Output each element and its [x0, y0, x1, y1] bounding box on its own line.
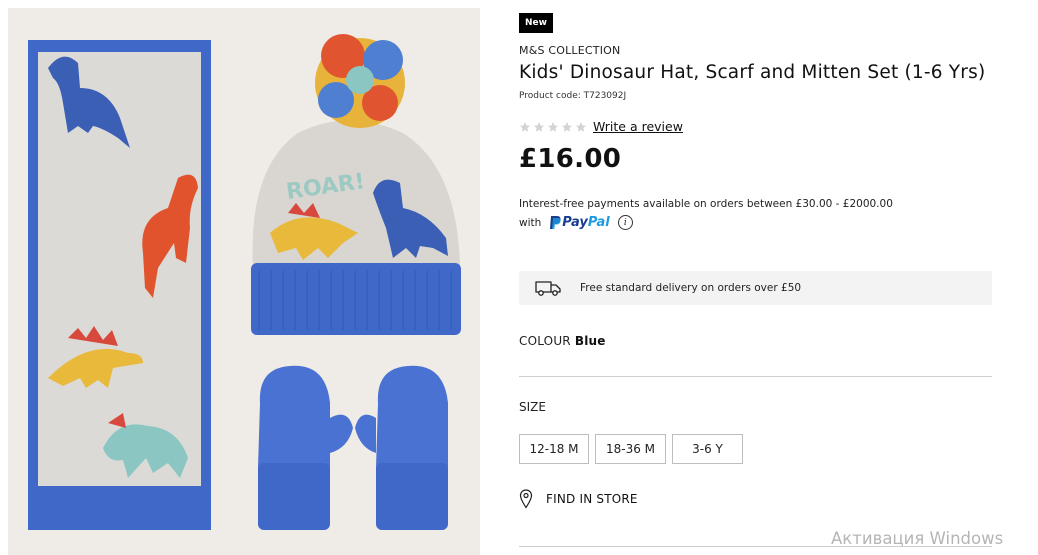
paypal-word-pay: Pay [562, 215, 588, 230]
find-in-store-label: FIND IN STORE [546, 492, 638, 506]
product-title: Kids' Dinosaur Hat, Scarf and Mitten Set… [519, 62, 986, 83]
paypal-icon [550, 216, 561, 229]
new-badge: New [519, 13, 553, 33]
paypal-row: with PayPal i [519, 215, 633, 230]
colour-label: COLOUR [519, 334, 571, 348]
divider [519, 376, 992, 377]
scarf-illustration [28, 40, 211, 530]
star-icon [562, 121, 572, 132]
price: £16.00 [519, 144, 622, 174]
paypal-logo: PayPal [548, 215, 610, 230]
colour-value: Blue [574, 334, 606, 348]
delivery-text: Free standard delivery on orders over £5… [580, 282, 802, 294]
star-rating [519, 121, 587, 133]
star-icon [534, 121, 544, 132]
truck-icon [535, 281, 561, 296]
star-icon [548, 121, 558, 132]
size-label: SIZE [519, 400, 546, 414]
paypal-word-pal: Pal [587, 215, 610, 230]
info-icon[interactable]: i [617, 215, 633, 230]
installments-text: Interest-free payments available on orde… [519, 198, 893, 210]
size-options: 12-18 M 18-36 M 3-6 Y [519, 434, 743, 464]
size-option-3-6y[interactable]: 3-6 Y [672, 434, 743, 464]
size-option-12-18m[interactable]: 12-18 M [519, 434, 589, 464]
star-icon [520, 121, 530, 132]
product-image[interactable]: ROAR! [8, 8, 480, 555]
star-icon [576, 121, 586, 132]
rating-row: Write a review [519, 119, 683, 134]
find-in-store-link[interactable]: FIND IN STORE [519, 489, 638, 509]
colour-row: COLOUR Blue [519, 334, 606, 348]
brand-label: M&S COLLECTION [519, 44, 621, 57]
windows-activation-watermark: Активация Windows [831, 529, 1004, 548]
product-info: New M&S COLLECTION Kids' Dinosaur Hat, S… [519, 0, 999, 555]
location-pin-icon [519, 489, 533, 509]
write-review-link[interactable]: Write a review [593, 119, 683, 134]
size-option-18-36m[interactable]: 18-36 M [595, 434, 666, 464]
product-code: Product code: T723092J [519, 91, 627, 101]
delivery-banner: Free standard delivery on orders over £5… [519, 271, 992, 305]
with-label: with [519, 216, 542, 229]
